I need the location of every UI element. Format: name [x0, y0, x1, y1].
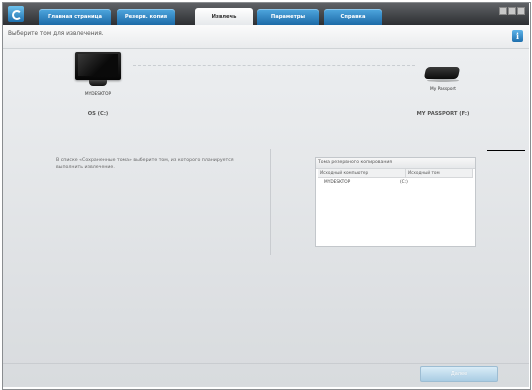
- restore-description: В списке «Сохраненные тома» выберите том…: [56, 158, 234, 170]
- column-source-volume[interactable]: Исходный том: [406, 169, 473, 178]
- next-button[interactable]: Далее: [420, 366, 498, 382]
- tab-restore[interactable]: Извлечь: [195, 8, 253, 26]
- table-cell-volume[interactable]: (C:): [400, 179, 408, 186]
- instruction-text: Выберите том для извлечения.: [8, 31, 104, 37]
- instruction-bar: Выберите том для извлечения. i: [3, 25, 529, 49]
- drive-icon: [423, 67, 461, 85]
- source-volume-label: OS (C:): [87, 111, 109, 117]
- vertical-divider: [270, 149, 271, 255]
- drive-body: [423, 67, 461, 79]
- callout-line: [487, 150, 525, 151]
- app-logo-icon: [8, 6, 24, 22]
- maximize-icon[interactable]: [508, 7, 516, 15]
- tab-home[interactable]: Главная страница: [39, 9, 111, 25]
- window-controls: [499, 7, 525, 15]
- monitor-stand: [89, 80, 107, 86]
- table-cell-computer[interactable]: MYDESKTOP: [324, 179, 350, 186]
- drive-shadow: [427, 79, 459, 82]
- main-panel: MYDESKTOP OS (C:) My Passport MY PASSPOR…: [3, 49, 529, 387]
- info-icon[interactable]: i: [512, 30, 523, 42]
- drive-name: My Passport: [430, 87, 456, 92]
- tab-help[interactable]: Справка: [324, 9, 382, 25]
- close-icon[interactable]: [517, 7, 525, 15]
- connection-line: [133, 65, 415, 66]
- tab-backup[interactable]: Резерв. копия: [117, 9, 175, 25]
- computer-icon: [75, 52, 121, 90]
- destination-volume-label: MY PASSPORT (F:): [416, 111, 470, 117]
- column-source-computer[interactable]: Исходный компьютер: [318, 169, 406, 178]
- tab-settings[interactable]: Параметры: [257, 9, 319, 25]
- volumes-list-title: Тома резервного копирования: [316, 158, 475, 169]
- source-computer-name: MYDESKTOP: [84, 92, 112, 97]
- monitor-screen: [75, 52, 121, 80]
- minimize-icon[interactable]: [499, 7, 507, 15]
- backup-volumes-list[interactable]: Тома резервного копирования Исходный ком…: [315, 157, 476, 247]
- title-bar: Главная страница Резерв. копия Извлечь П…: [3, 3, 529, 26]
- app-window: Главная страница Резерв. копия Извлечь П…: [0, 0, 532, 390]
- footer-separator: [3, 363, 529, 364]
